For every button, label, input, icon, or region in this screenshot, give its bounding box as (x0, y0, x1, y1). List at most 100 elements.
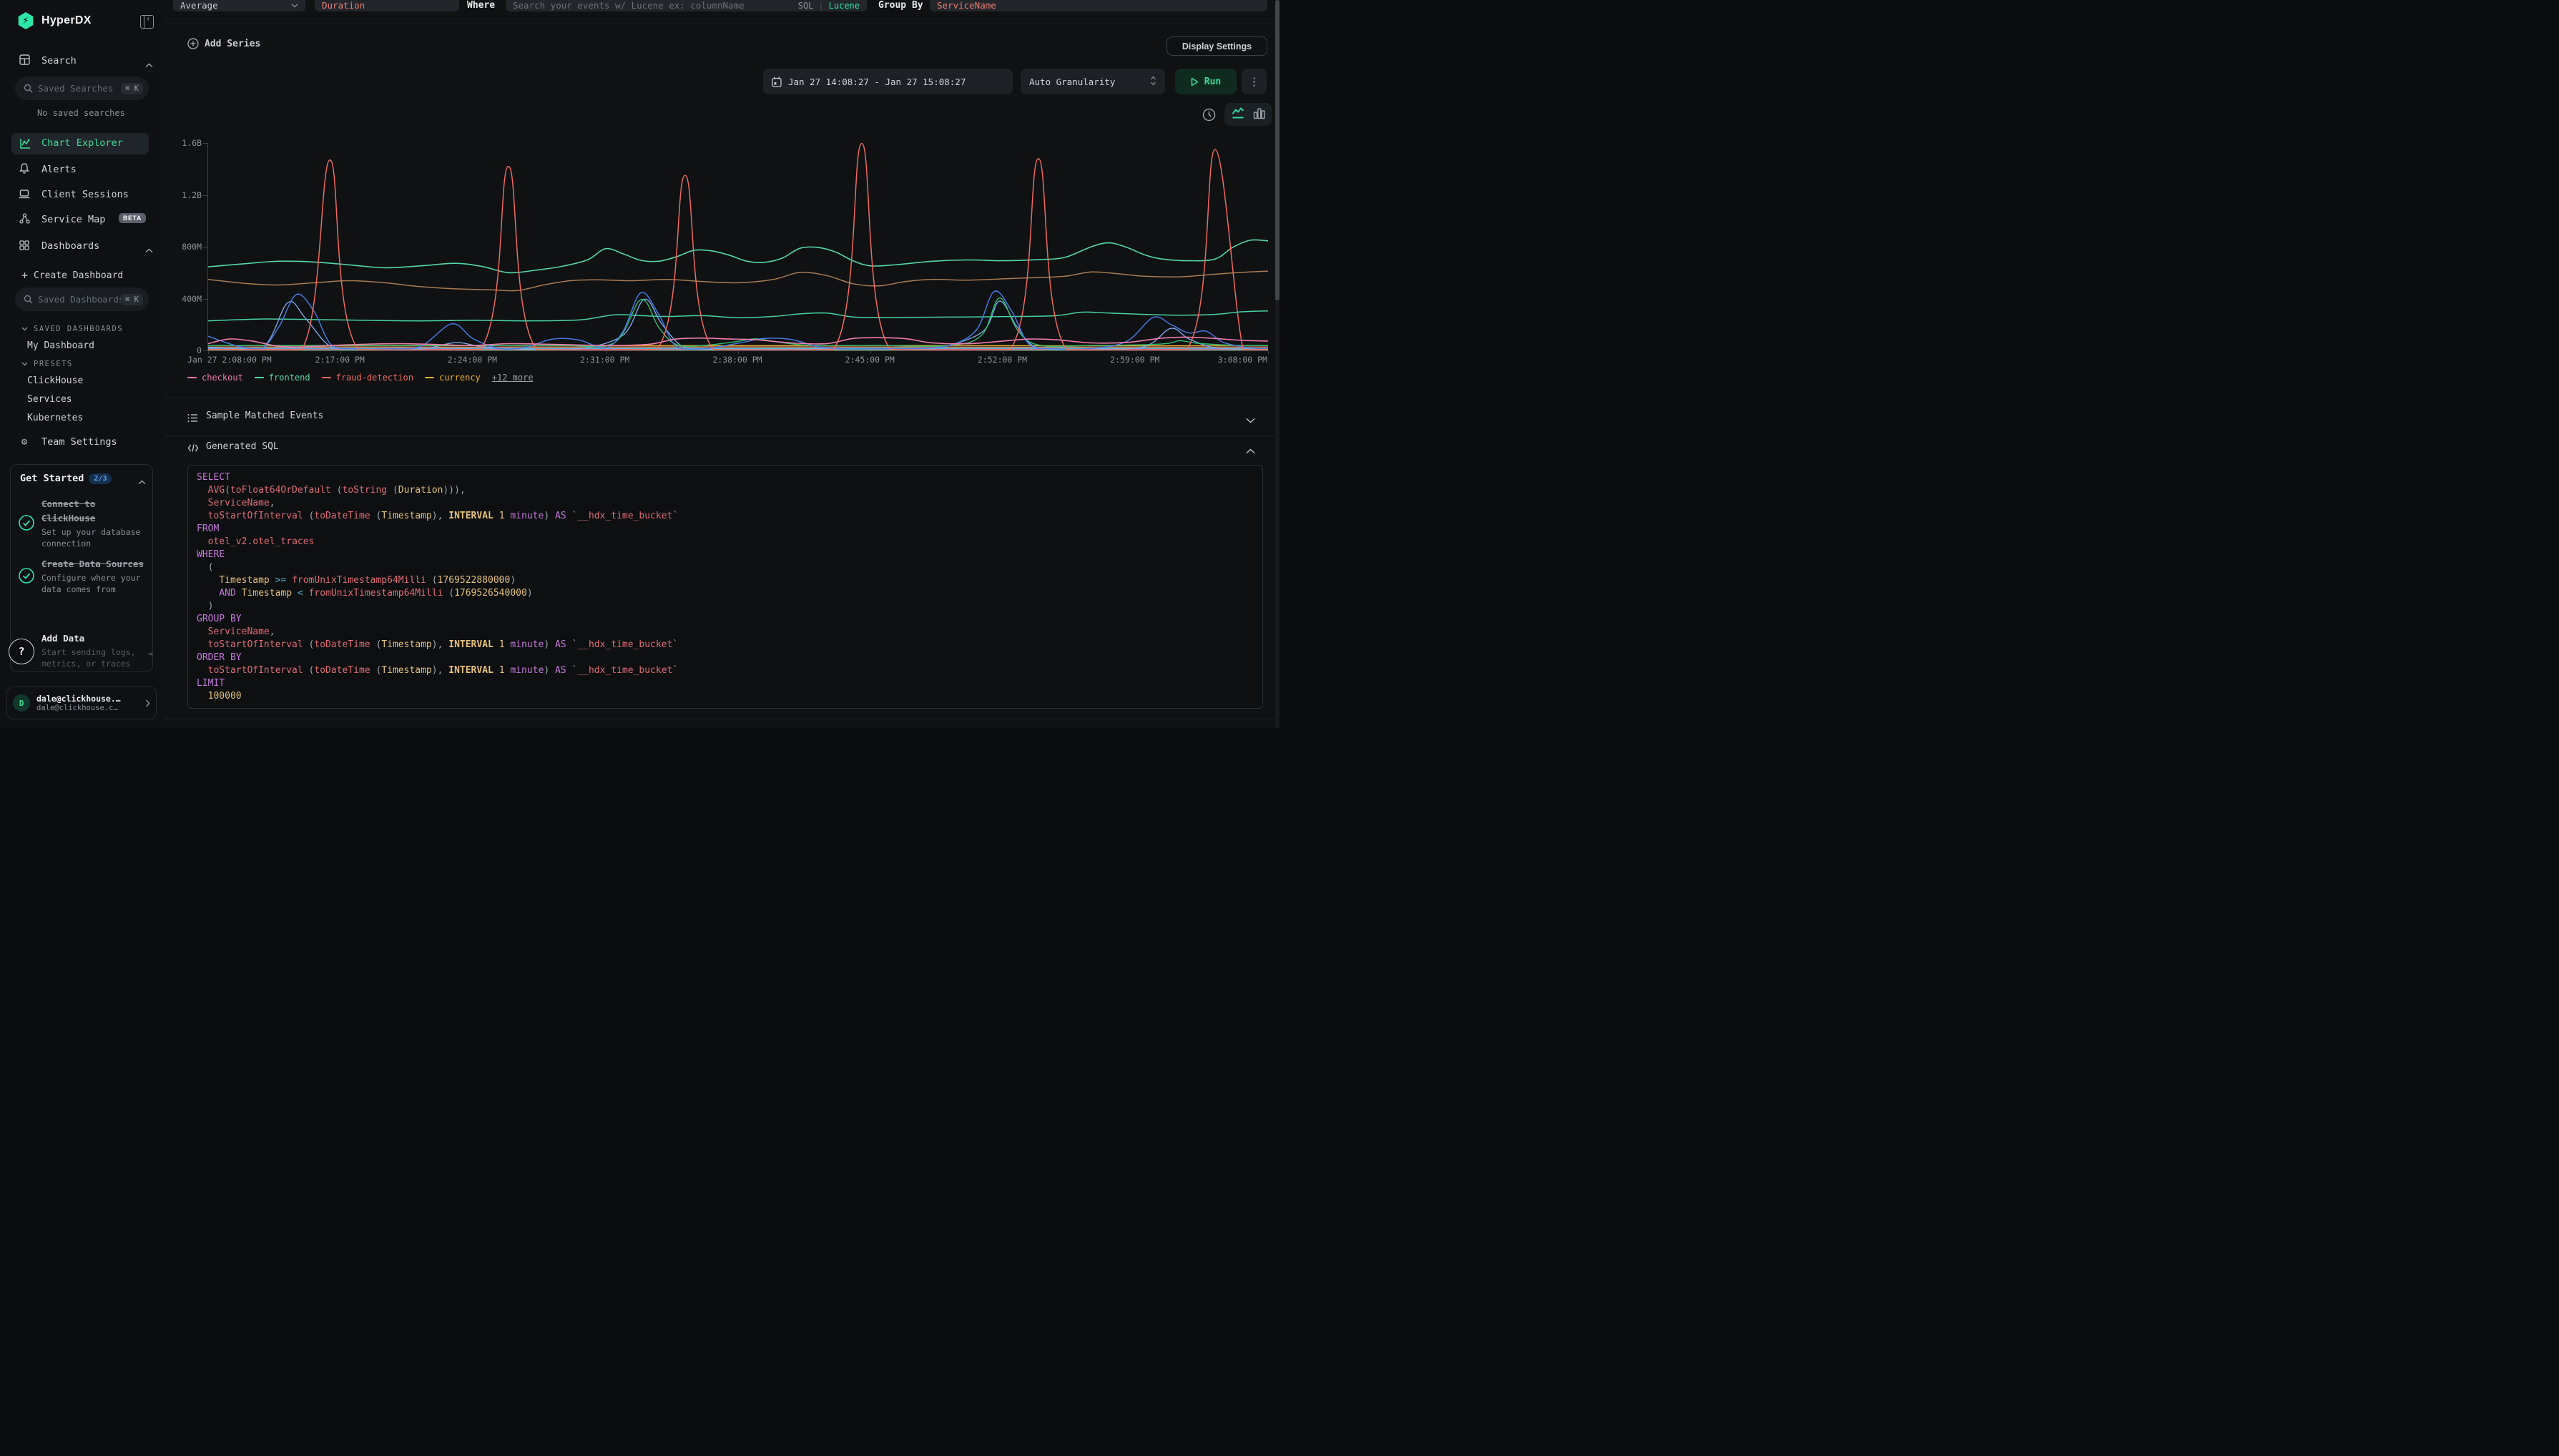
sidebar-item-dashboards[interactable]: Dashboards (0, 237, 164, 255)
checklist-item-desc: Set up your database connection (41, 526, 147, 549)
generated-sql-header[interactable]: Generated SQL (164, 436, 1280, 465)
saved-searches-placeholder: Saved Searches (38, 83, 121, 94)
y-axis-labels: 0400M800M1.2B1.6B (164, 143, 203, 350)
x-tick-label: 2:24:00 PM (448, 355, 497, 365)
scrollbar-thumb[interactable] (1275, 0, 1280, 300)
sql-mode-toggle[interactable]: SQL (798, 1, 814, 11)
legend-item[interactable]: checkout (187, 373, 243, 383)
progress-badge: 2/3 (89, 473, 112, 484)
add-series-label: Add Series (205, 39, 260, 49)
aggregation-value: Average (180, 0, 218, 11)
sidebar-item-my-dashboard[interactable]: My Dashboard (27, 340, 94, 351)
get-started-title: Get Started (20, 473, 84, 484)
user-account-button[interactable]: D dale@clickhouse.… dale@clickhouse.c… (6, 687, 157, 719)
hyperdx-chart-explorer: ⚡ HyperDX Search Saved Searches ⌘ K No s… (0, 0, 1280, 728)
x-tick-mark (1003, 350, 1004, 354)
play-icon (1191, 77, 1199, 87)
bar-chart-icon[interactable] (1253, 107, 1265, 122)
series-line-fraud-detection (208, 144, 1268, 350)
x-tick-label: 2:45:00 PM (845, 355, 895, 365)
chevron-up-icon[interactable] (138, 474, 146, 488)
sidebar-item-alerts[interactable]: Alerts (0, 160, 164, 179)
x-tick-label: 2:52:00 PM (978, 355, 1027, 365)
date-range-picker[interactable]: Jan 27 14:08:27 - Jan 27 15:08:27 (763, 69, 1013, 94)
sidebar-item-label: Client Sessions (41, 189, 129, 200)
granularity-select[interactable]: Auto Granularity (1021, 69, 1165, 94)
series-line-unnamed-4 (208, 299, 1268, 350)
sidebar-item-client-sessions[interactable]: Client Sessions (0, 185, 164, 204)
user-name: dale@clickhouse.… (36, 694, 145, 704)
metric-field-value: Duration (322, 0, 365, 11)
sidebar-item-label: Service Map (41, 214, 105, 225)
checklist-item[interactable]: Create Data SourcesConfigure where your … (18, 556, 147, 595)
run-button[interactable]: Run (1175, 69, 1237, 94)
x-tick-mark (340, 350, 341, 354)
x-tick-label: Jan 27 2:08:00 PM (187, 355, 272, 365)
sidebar-item-service-map[interactable]: Service Map BETA (0, 210, 164, 229)
display-settings-button[interactable]: Display Settings (1166, 36, 1267, 56)
legend-item[interactable]: frontend (255, 373, 310, 383)
chart-canvas (208, 143, 1268, 350)
checklist-item[interactable]: Connect to ClickHouse Set up your databas… (18, 496, 147, 549)
generated-sql-code-block[interactable]: SELECT AVG(toFloat64OrDefault (toString … (187, 465, 1263, 709)
legend-dash (425, 377, 434, 379)
saved-searches-input[interactable]: Saved Searches ⌘ K (15, 77, 149, 100)
saved-dashboards-input[interactable]: Saved Dashboards ⌘ K (15, 287, 149, 311)
legend-more-link[interactable]: +12 more (492, 373, 534, 383)
line-chart-icon[interactable] (1232, 107, 1244, 122)
x-tick-label: 3:08:00 PM (1218, 355, 1267, 365)
help-button[interactable]: ? (9, 639, 34, 664)
legend-item[interactable]: fraud-detection (322, 373, 413, 383)
page-scrollbar[interactable] (1275, 0, 1280, 728)
gear-icon: ⚙ (19, 436, 30, 448)
date-range-value: Jan 27 14:08:27 - Jan 27 15:08:27 (788, 77, 966, 87)
sidebar-item-label: Chart Explorer (41, 137, 123, 149)
sidebar-collapse-icon[interactable] (140, 15, 154, 29)
metric-field-input[interactable]: Duration (315, 0, 459, 11)
sidebar-item-label: Dashboards (41, 240, 99, 252)
chevron-right-icon (145, 697, 150, 710)
y-tick-mark (203, 143, 207, 144)
time-window-icon[interactable] (1202, 108, 1216, 124)
sidebar-item-search[interactable]: Search (0, 51, 164, 70)
x-tick-label: 2:38:00 PM (712, 355, 762, 365)
create-dashboard-button[interactable]: + Create Dashboard (0, 266, 164, 285)
legend-label: fraud-detection (336, 373, 413, 383)
add-series-button[interactable]: Add Series (187, 38, 260, 49)
checklist-item[interactable]: 3 Add DataStart sending logs, metrics, o… (18, 631, 147, 669)
plus-icon: + (21, 269, 28, 282)
group-by-label: Group By (878, 0, 923, 11)
lucene-mode-toggle[interactable]: Lucene (829, 1, 860, 11)
sidebar-item-clickhouse[interactable]: ClickHouse (27, 375, 83, 386)
group-by-input[interactable]: ServiceName (930, 0, 1267, 11)
legend-dash (187, 377, 197, 379)
create-dashboard-label: Create Dashboard (34, 270, 123, 281)
sidebar-item-label: Alerts (41, 164, 77, 175)
sidebar-item-chart-explorer[interactable]: Chart Explorer (11, 133, 149, 154)
check-circle-icon (18, 556, 35, 595)
x-axis-labels: Jan 27 2:08:00 PM2:17:00 PM2:24:00 PM2:3… (207, 355, 1267, 365)
series-line-unnamed-1 (208, 271, 1268, 291)
search-input[interactable]: Search your events w/ Lucene ex: columnN… (506, 0, 867, 11)
main-content: Average Duration Where Search your event… (164, 0, 1280, 728)
run-label: Run (1204, 77, 1221, 87)
legend-label: checkout (202, 373, 243, 383)
section-title: Generated SQL (206, 441, 279, 452)
timeseries-chart[interactable] (207, 143, 1268, 351)
checklist-item-title: Connect to ClickHouse (41, 498, 95, 523)
more-options-button[interactable]: ⋮ (1242, 69, 1267, 94)
search-section-icon (19, 54, 30, 68)
search-placeholder: Search your events w/ Lucene ex: columnN… (513, 0, 745, 11)
presets-header[interactable]: PRESETS (21, 360, 73, 368)
y-tick-label: 1.6B (182, 138, 202, 148)
aggregation-select[interactable]: Average (173, 0, 305, 11)
legend-item[interactable]: currency (425, 373, 481, 383)
sidebar-item-team-settings[interactable]: ⚙ Team Settings (0, 433, 164, 451)
user-email: dale@clickhouse.c… (36, 704, 145, 712)
sample-matched-events-header[interactable]: Sample Matched Events (164, 398, 1280, 436)
saved-dashboards-header[interactable]: SAVED DASHBOARDS (21, 325, 123, 333)
sidebar-item-kubernetes[interactable]: Kubernetes (27, 413, 83, 423)
where-label: Where (467, 0, 495, 11)
sidebar-item-services[interactable]: Services (27, 394, 72, 405)
check-circle-icon (18, 496, 35, 549)
